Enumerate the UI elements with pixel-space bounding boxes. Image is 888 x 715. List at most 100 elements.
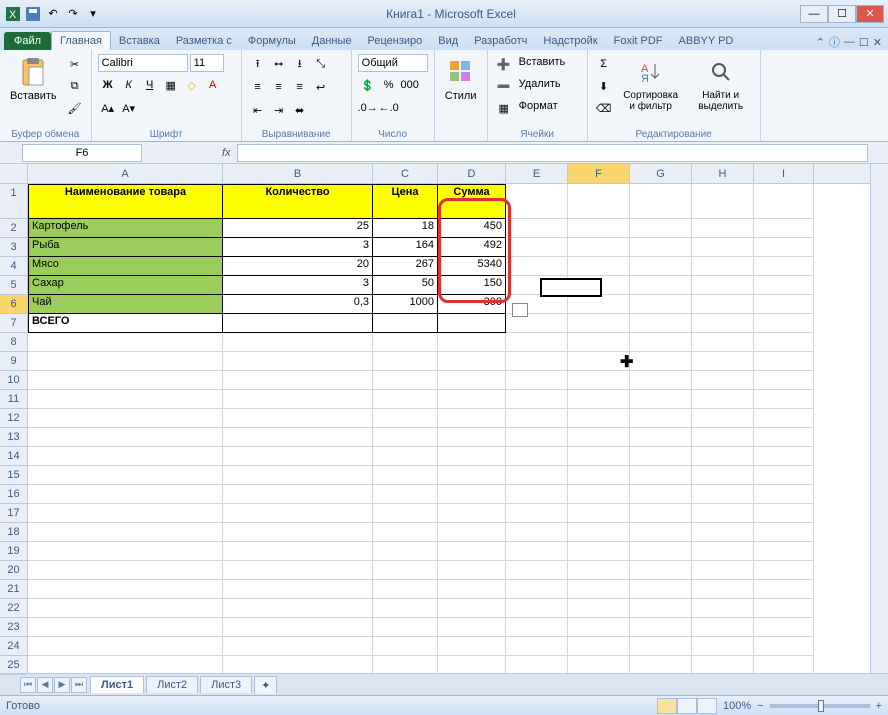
wrap-text-icon[interactable]: ↩ bbox=[311, 77, 331, 97]
cell-F1[interactable] bbox=[568, 184, 630, 219]
row-header-5[interactable]: 5 bbox=[0, 276, 27, 295]
row-header-15[interactable]: 15 bbox=[0, 466, 27, 485]
cell-G9[interactable] bbox=[630, 352, 692, 371]
cell-A19[interactable] bbox=[28, 542, 223, 561]
row-header-23[interactable]: 23 bbox=[0, 618, 27, 637]
cell-H5[interactable] bbox=[692, 276, 754, 295]
cell-C10[interactable] bbox=[373, 371, 438, 390]
cell-C7[interactable] bbox=[373, 314, 438, 333]
delete-cells-icon[interactable]: ➖ bbox=[494, 76, 514, 96]
cell-D10[interactable] bbox=[438, 371, 506, 390]
row-header-10[interactable]: 10 bbox=[0, 371, 27, 390]
close-button[interactable]: ✕ bbox=[856, 5, 884, 23]
cell-D1[interactable]: Сумма bbox=[438, 184, 506, 219]
cell-I21[interactable] bbox=[754, 580, 814, 599]
zoom-slider[interactable] bbox=[770, 704, 870, 708]
cell-G1[interactable] bbox=[630, 184, 692, 219]
cell-F21[interactable] bbox=[568, 580, 630, 599]
font-name-combo[interactable]: Calibri bbox=[98, 54, 188, 72]
cell-D22[interactable] bbox=[438, 599, 506, 618]
row-header-2[interactable]: 2 bbox=[0, 219, 27, 238]
cell-D20[interactable] bbox=[438, 561, 506, 580]
cell-B1[interactable]: Количество bbox=[223, 184, 373, 219]
maximize-button[interactable]: ☐ bbox=[828, 5, 856, 23]
cell-I5[interactable] bbox=[754, 276, 814, 295]
cell-I3[interactable] bbox=[754, 238, 814, 257]
cell-B23[interactable] bbox=[223, 618, 373, 637]
cell-D25[interactable] bbox=[438, 656, 506, 673]
cell-G4[interactable] bbox=[630, 257, 692, 276]
cell-F19[interactable] bbox=[568, 542, 630, 561]
row-header-20[interactable]: 20 bbox=[0, 561, 27, 580]
cell-D14[interactable] bbox=[438, 447, 506, 466]
cell-D21[interactable] bbox=[438, 580, 506, 599]
row-header-6[interactable]: 6 bbox=[0, 295, 27, 314]
cell-G12[interactable] bbox=[630, 409, 692, 428]
cell-H11[interactable] bbox=[692, 390, 754, 409]
cell-A14[interactable] bbox=[28, 447, 223, 466]
cell-B13[interactable] bbox=[223, 428, 373, 447]
cell-G19[interactable] bbox=[630, 542, 692, 561]
cell-D2[interactable]: 450 bbox=[438, 219, 506, 238]
cell-I16[interactable] bbox=[754, 485, 814, 504]
sort-filter-button[interactable]: АЯ Сортировка и фильтр bbox=[618, 54, 684, 114]
cell-I1[interactable] bbox=[754, 184, 814, 219]
cell-C19[interactable] bbox=[373, 542, 438, 561]
select-all-corner[interactable] bbox=[0, 164, 28, 184]
cells-area[interactable]: Наименование товараКоличествоЦенаСуммаКа… bbox=[28, 184, 870, 673]
border-button[interactable]: ▦ bbox=[161, 75, 181, 95]
cell-B24[interactable] bbox=[223, 637, 373, 656]
cell-B12[interactable] bbox=[223, 409, 373, 428]
cell-B17[interactable] bbox=[223, 504, 373, 523]
cell-C15[interactable] bbox=[373, 466, 438, 485]
cell-A5[interactable]: Сахар bbox=[28, 276, 223, 295]
cut-icon[interactable]: ✂ bbox=[65, 54, 85, 74]
cell-F2[interactable] bbox=[568, 219, 630, 238]
align-left-icon[interactable]: ≡ bbox=[248, 77, 268, 97]
formula-input[interactable] bbox=[237, 144, 868, 162]
cell-C1[interactable]: Цена bbox=[373, 184, 438, 219]
percent-icon[interactable]: % bbox=[379, 75, 399, 95]
cell-A7[interactable]: ВСЕГО bbox=[28, 314, 223, 333]
cell-C16[interactable] bbox=[373, 485, 438, 504]
cell-C3[interactable]: 164 bbox=[373, 238, 438, 257]
cell-F10[interactable] bbox=[568, 371, 630, 390]
cell-B10[interactable] bbox=[223, 371, 373, 390]
sheet-tab-3[interactable]: Лист3 bbox=[200, 676, 252, 693]
cell-A15[interactable] bbox=[28, 466, 223, 485]
cell-F14[interactable] bbox=[568, 447, 630, 466]
cell-F5[interactable] bbox=[568, 276, 630, 295]
tab-layout[interactable]: Разметка с bbox=[168, 32, 240, 50]
cell-G7[interactable] bbox=[630, 314, 692, 333]
cell-I17[interactable] bbox=[754, 504, 814, 523]
insert-label[interactable]: Вставить bbox=[515, 54, 570, 74]
cell-B18[interactable] bbox=[223, 523, 373, 542]
cell-H6[interactable] bbox=[692, 295, 754, 314]
cell-G18[interactable] bbox=[630, 523, 692, 542]
cell-H16[interactable] bbox=[692, 485, 754, 504]
delete-label[interactable]: Удалить bbox=[515, 76, 565, 96]
cell-I19[interactable] bbox=[754, 542, 814, 561]
tab-developer[interactable]: Разработч bbox=[466, 32, 535, 50]
cell-G25[interactable] bbox=[630, 656, 692, 673]
cell-G22[interactable] bbox=[630, 599, 692, 618]
tab-foxit[interactable]: Foxit PDF bbox=[606, 32, 671, 50]
zoom-in-icon[interactable]: + bbox=[876, 700, 882, 712]
cell-B19[interactable] bbox=[223, 542, 373, 561]
col-header-C[interactable]: C bbox=[373, 164, 438, 183]
fill-icon[interactable]: ⬇ bbox=[594, 76, 614, 96]
underline-button[interactable]: Ч bbox=[140, 75, 160, 95]
column-headers[interactable]: ABCDEFGHI bbox=[28, 164, 870, 184]
insert-cells-icon[interactable]: ➕ bbox=[494, 54, 514, 74]
cell-F24[interactable] bbox=[568, 637, 630, 656]
cell-B9[interactable] bbox=[223, 352, 373, 371]
cell-E3[interactable] bbox=[506, 238, 568, 257]
cell-A13[interactable] bbox=[28, 428, 223, 447]
cell-I23[interactable] bbox=[754, 618, 814, 637]
row-header-13[interactable]: 13 bbox=[0, 428, 27, 447]
align-top-icon[interactable]: ⭱ bbox=[248, 54, 268, 74]
tab-data[interactable]: Данные bbox=[304, 32, 360, 50]
cell-E2[interactable] bbox=[506, 219, 568, 238]
qat-dropdown-icon[interactable]: ▾ bbox=[84, 5, 102, 23]
cell-E8[interactable] bbox=[506, 333, 568, 352]
